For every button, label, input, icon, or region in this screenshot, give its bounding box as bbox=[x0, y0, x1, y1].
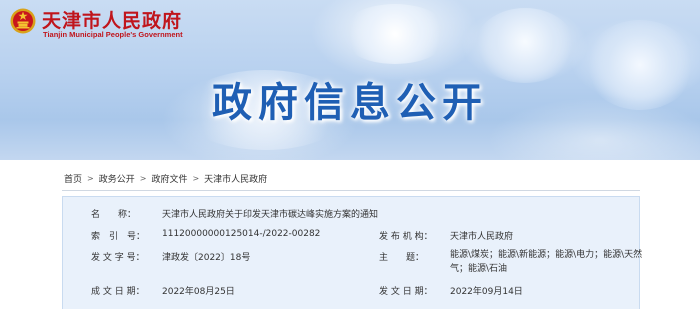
written-date-value: 2022年08月25日 bbox=[162, 287, 235, 297]
breadcrumb-separator: > bbox=[139, 173, 147, 183]
header-banner: 天津市人民政府 Tianjin Municipal People's Gover… bbox=[0, 0, 700, 160]
banner-decoration bbox=[340, 4, 450, 64]
subject-label: 主 题： bbox=[379, 253, 425, 263]
site-name-english: Tianjin Municipal People's Government bbox=[43, 30, 183, 39]
index-label: 索 引 号： bbox=[91, 232, 146, 242]
national-emblem-icon[interactable] bbox=[10, 8, 36, 34]
document-info-panel: 名 称： 天津市人民政府关于印发天津市碳达峰实施方案的通知 索 引 号： 111… bbox=[62, 196, 642, 309]
breadcrumb-home[interactable]: 首页 bbox=[64, 172, 82, 185]
banner-title: 政府信息公开 bbox=[212, 80, 488, 126]
doc-number-label: 发 文 字 号： bbox=[91, 253, 145, 263]
publish-date-label: 发 文 日 期： bbox=[379, 287, 433, 297]
site-name[interactable]: 天津市人民政府 bbox=[42, 6, 182, 33]
breadcrumb-divider bbox=[62, 190, 640, 191]
doc-number-value: 津政发〔2022〕18号 bbox=[162, 253, 251, 263]
index-value: 11120000000125014-/2022-00282 bbox=[162, 229, 321, 239]
breadcrumb-gov-documents[interactable]: 政府文件 bbox=[151, 172, 187, 185]
breadcrumb-separator: > bbox=[87, 173, 94, 183]
subject-value: 能源\煤炭；能源\新能源；能源\电力；能源\天然气；能源\石油 bbox=[450, 250, 643, 274]
name-label: 名 称： bbox=[91, 210, 137, 220]
written-date-label: 成 文 日 期： bbox=[91, 287, 145, 297]
issuer-label: 发 布 机 构： bbox=[379, 232, 433, 242]
name-value: 天津市人民政府关于印发天津市碳达峰实施方案的通知 bbox=[162, 210, 379, 220]
publish-date-value: 2022年09月14日 bbox=[450, 287, 523, 297]
issuer-value: 天津市人民政府 bbox=[450, 232, 514, 242]
breadcrumb-municipal-gov[interactable]: 天津市人民政府 bbox=[204, 172, 267, 185]
breadcrumb: 首页 > 政务公开 > 政府文件 > 天津市人民政府 bbox=[64, 171, 267, 185]
breadcrumb-separator: > bbox=[192, 173, 200, 183]
breadcrumb-gov-affairs[interactable]: 政务公开 bbox=[99, 172, 135, 185]
